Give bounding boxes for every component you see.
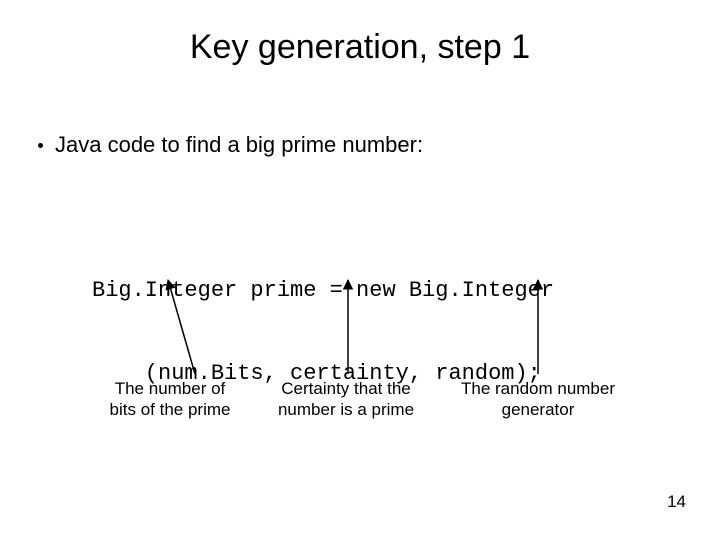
bullet-dot-icon — [38, 143, 43, 148]
annotation-certainty: Certainty that thenumber is a prime — [266, 378, 426, 421]
annotation-random: The random numbergenerator — [448, 378, 628, 421]
code-line-1: Big.Integer prime = new Big.Integer — [92, 277, 554, 305]
page-title: Key generation, step 1 — [0, 0, 720, 67]
page-number: 14 — [667, 492, 686, 512]
annotation-bits: The number ofbits of the prime — [100, 378, 240, 421]
bullet-text: Java code to find a big prime number: — [55, 132, 423, 158]
bullet-item: Java code to find a big prime number: — [38, 132, 423, 158]
